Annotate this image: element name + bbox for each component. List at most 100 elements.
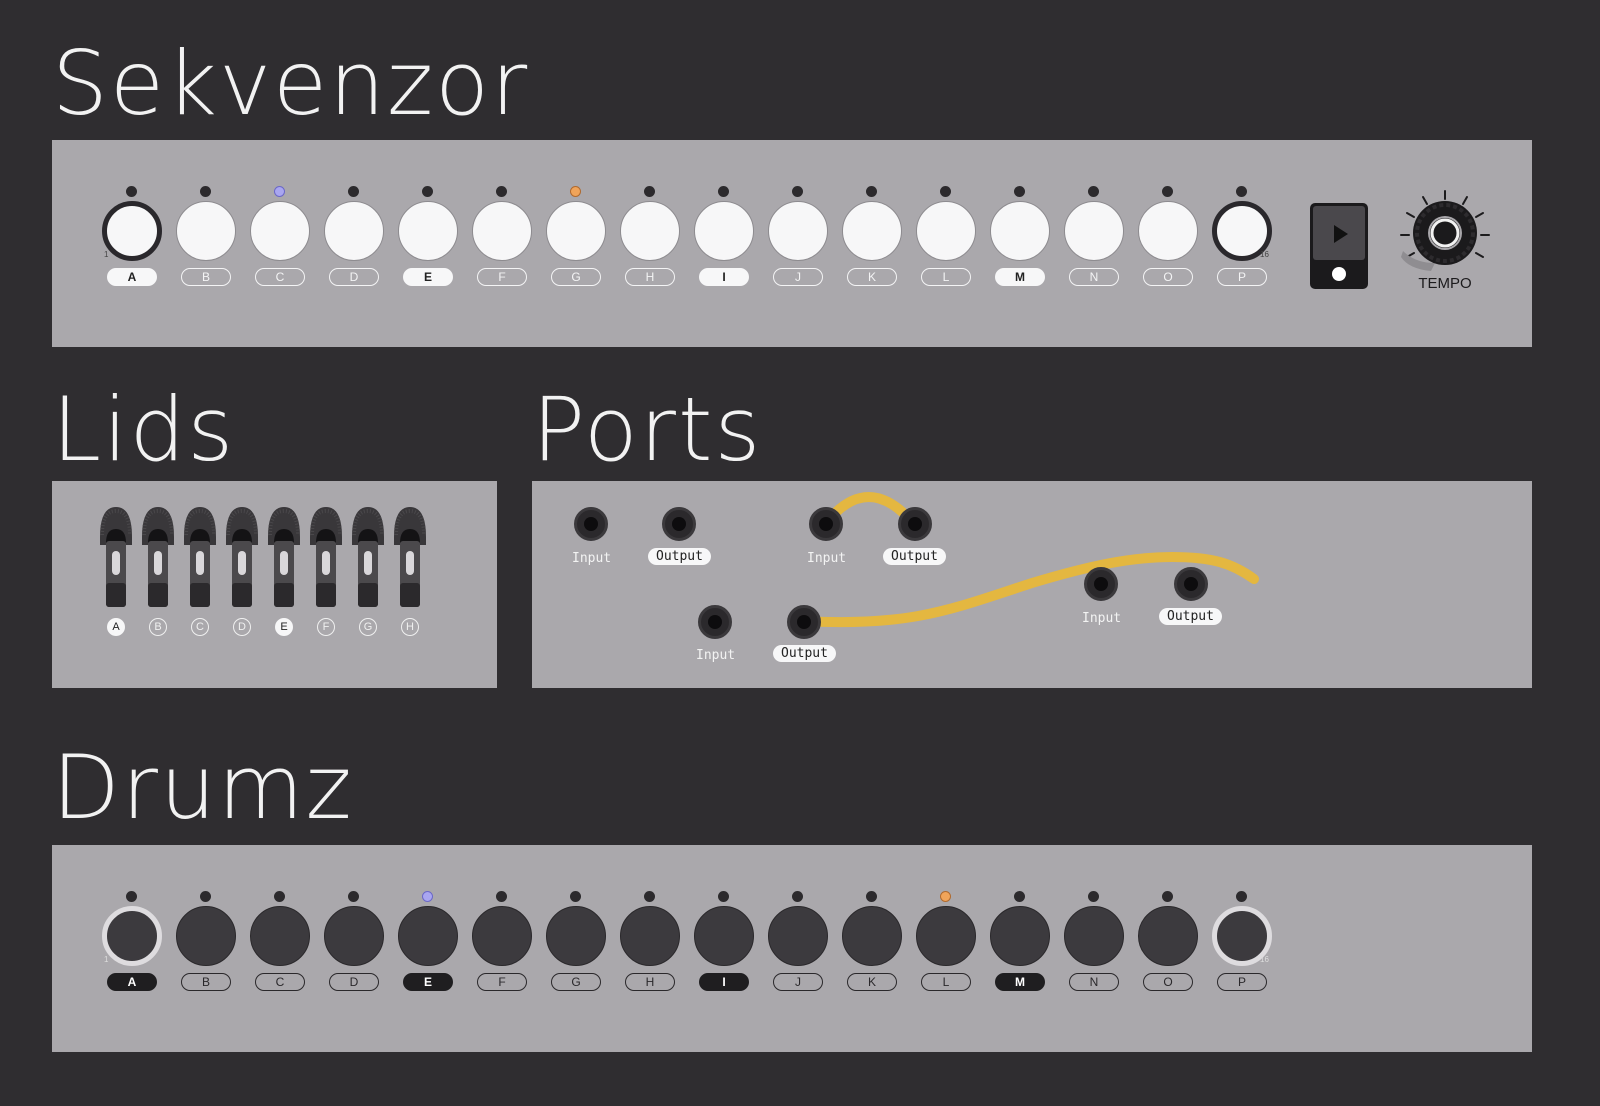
- input-jack-4[interactable]: [1084, 567, 1118, 601]
- lid-f[interactable]: F: [308, 505, 344, 645]
- sequencer-step-button[interactable]: [990, 201, 1050, 261]
- sequencer-step-button[interactable]: [768, 201, 828, 261]
- lid-toggle[interactable]: [392, 505, 428, 615]
- drum-step-label[interactable]: C: [255, 973, 305, 991]
- sequencer-step-k[interactable]: K: [840, 186, 904, 306]
- drum-step-m[interactable]: M: [988, 891, 1052, 1011]
- sequencer-step-label[interactable]: H: [625, 268, 675, 286]
- sequencer-step-button[interactable]: [472, 201, 532, 261]
- input-jack-3[interactable]: [698, 605, 732, 639]
- sequencer-step-label[interactable]: L: [921, 268, 971, 286]
- sequencer-step-label[interactable]: E: [403, 268, 453, 286]
- sequencer-step-b[interactable]: B: [174, 186, 238, 306]
- lid-toggle[interactable]: [350, 505, 386, 615]
- sequencer-step-button[interactable]: [176, 201, 236, 261]
- drum-step-button[interactable]: [1064, 906, 1124, 966]
- drum-step-label[interactable]: P: [1217, 973, 1267, 991]
- lid-g[interactable]: G: [350, 505, 386, 645]
- drum-step-label[interactable]: A: [107, 973, 157, 991]
- drum-step-button[interactable]: [1138, 906, 1198, 966]
- input-jack-2[interactable]: [809, 507, 843, 541]
- lid-toggle[interactable]: [224, 505, 260, 615]
- sequencer-step-m[interactable]: M: [988, 186, 1052, 306]
- sequencer-step-l[interactable]: L: [914, 186, 978, 306]
- lid-e[interactable]: E: [266, 505, 302, 645]
- sequencer-step-label[interactable]: N: [1069, 268, 1119, 286]
- lid-toggle[interactable]: [266, 505, 302, 615]
- drum-step-button[interactable]: [250, 906, 310, 966]
- sequencer-step-label[interactable]: F: [477, 268, 527, 286]
- drum-step-g[interactable]: G: [544, 891, 608, 1011]
- drum-step-label[interactable]: H: [625, 973, 675, 991]
- sequencer-step-button[interactable]: [694, 201, 754, 261]
- sequencer-step-label[interactable]: A: [107, 268, 157, 286]
- sequencer-step-button[interactable]: [1138, 201, 1198, 261]
- drum-step-h[interactable]: H: [618, 891, 682, 1011]
- sequencer-step-p[interactable]: 16 P: [1210, 186, 1274, 306]
- lid-label[interactable]: C: [191, 618, 209, 636]
- drum-step-label[interactable]: L: [921, 973, 971, 991]
- sequencer-step-n[interactable]: N: [1062, 186, 1126, 306]
- drum-step-button[interactable]: [398, 906, 458, 966]
- drum-step-button[interactable]: [768, 906, 828, 966]
- drum-step-label[interactable]: E: [403, 973, 453, 991]
- drum-step-label[interactable]: B: [181, 973, 231, 991]
- sequencer-step-label[interactable]: J: [773, 268, 823, 286]
- sequencer-step-label[interactable]: M: [995, 268, 1045, 286]
- lid-label[interactable]: F: [317, 618, 335, 636]
- sequencer-step-g[interactable]: G: [544, 186, 608, 306]
- drum-step-e[interactable]: E: [396, 891, 460, 1011]
- drum-step-b[interactable]: B: [174, 891, 238, 1011]
- lid-a[interactable]: A: [98, 505, 134, 645]
- sequencer-step-o[interactable]: O: [1136, 186, 1200, 306]
- drum-step-button[interactable]: [472, 906, 532, 966]
- drum-step-label[interactable]: O: [1143, 973, 1193, 991]
- lid-label[interactable]: H: [401, 618, 419, 636]
- lid-c[interactable]: C: [182, 505, 218, 645]
- sequencer-step-label[interactable]: I: [699, 268, 749, 286]
- sequencer-step-i[interactable]: I: [692, 186, 756, 306]
- sequencer-step-c[interactable]: C: [248, 186, 312, 306]
- sequencer-step-label[interactable]: C: [255, 268, 305, 286]
- sequencer-step-button[interactable]: [250, 201, 310, 261]
- sequencer-step-label[interactable]: P: [1217, 268, 1267, 286]
- drum-step-button[interactable]: [842, 906, 902, 966]
- drum-step-label[interactable]: D: [329, 973, 379, 991]
- input-jack-1[interactable]: [574, 507, 608, 541]
- output-jack-4[interactable]: [1174, 567, 1208, 601]
- drum-step-i[interactable]: I: [692, 891, 756, 1011]
- drum-step-label[interactable]: I: [699, 973, 749, 991]
- sequencer-step-a[interactable]: 1A: [100, 186, 164, 306]
- drum-step-label[interactable]: G: [551, 973, 601, 991]
- sequencer-step-label[interactable]: D: [329, 268, 379, 286]
- drum-step-d[interactable]: D: [322, 891, 386, 1011]
- sequencer-step-button[interactable]: [398, 201, 458, 261]
- sequencer-step-d[interactable]: D: [322, 186, 386, 306]
- lid-label[interactable]: B: [149, 618, 167, 636]
- drum-step-c[interactable]: C: [248, 891, 312, 1011]
- drum-step-button[interactable]: [102, 906, 162, 966]
- sequencer-step-f[interactable]: F: [470, 186, 534, 306]
- lid-toggle[interactable]: [140, 505, 176, 615]
- sequencer-step-e[interactable]: E: [396, 186, 460, 306]
- drum-step-p[interactable]: 16 P: [1210, 891, 1274, 1011]
- drum-step-f[interactable]: F: [470, 891, 534, 1011]
- play-button[interactable]: [1310, 203, 1368, 289]
- sequencer-step-button[interactable]: [842, 201, 902, 261]
- drum-step-k[interactable]: K: [840, 891, 904, 1011]
- sequencer-step-j[interactable]: J: [766, 186, 830, 306]
- drum-step-l[interactable]: L: [914, 891, 978, 1011]
- sequencer-step-h[interactable]: H: [618, 186, 682, 306]
- drum-step-button[interactable]: [694, 906, 754, 966]
- play-button-face[interactable]: [1313, 206, 1365, 260]
- drum-step-label[interactable]: M: [995, 973, 1045, 991]
- tempo-knob[interactable]: [1395, 185, 1495, 285]
- sequencer-step-button[interactable]: [916, 201, 976, 261]
- lid-toggle[interactable]: [98, 505, 134, 615]
- sequencer-step-label[interactable]: G: [551, 268, 601, 286]
- drum-step-button[interactable]: [176, 906, 236, 966]
- drum-step-label[interactable]: J: [773, 973, 823, 991]
- sequencer-step-button[interactable]: [546, 201, 606, 261]
- drum-step-button[interactable]: [990, 906, 1050, 966]
- lid-h[interactable]: H: [392, 505, 428, 645]
